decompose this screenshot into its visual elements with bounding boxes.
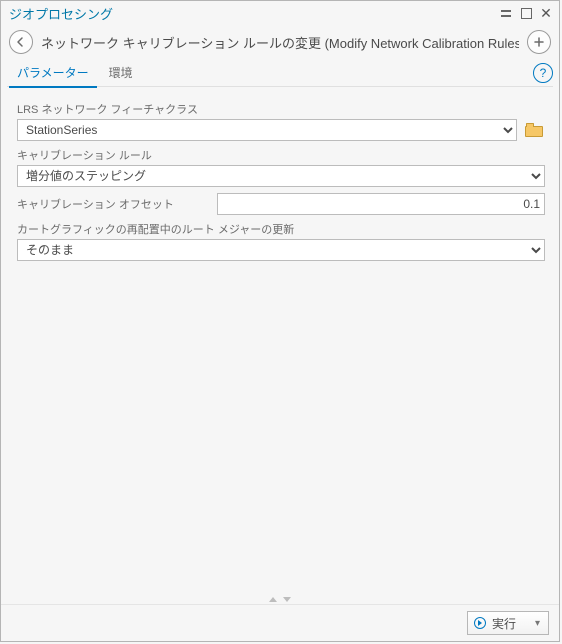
resize-grip[interactable] <box>1 595 559 604</box>
run-dropdown-caret-icon[interactable]: ▾ <box>535 618 540 629</box>
lrs-network-label: LRS ネットワーク フィーチャクラス <box>17 101 545 117</box>
add-to-model-button[interactable] <box>527 30 551 54</box>
autohide-icon <box>501 10 511 17</box>
calibration-rule-select[interactable]: 増分値のステッピング <box>17 165 545 187</box>
back-arrow-icon <box>15 36 27 48</box>
run-button-label: 実行 <box>492 615 516 632</box>
maximize-icon <box>521 8 532 19</box>
parameters-area: LRS ネットワーク フィーチャクラス StationSeries キャリブレー… <box>1 87 559 595</box>
geoprocessing-pane: ジオプロセシング ✕ ネットワーク キャリブレーション ルールの変更 (Modi… <box>0 0 560 642</box>
titlebar: ジオプロセシング ✕ <box>1 1 559 25</box>
carto-realign-label: カートグラフィックの再配置中のルート メジャーの更新 <box>17 221 545 237</box>
tab-bar: パラメーター 環境 ? <box>1 59 559 87</box>
back-button[interactable] <box>9 30 33 54</box>
tool-header: ネットワーク キャリブレーション ルールの変更 (Modify Network … <box>1 25 559 59</box>
run-button[interactable]: 実行 ▾ <box>467 611 549 635</box>
calibration-rule-label: キャリブレーション ルール <box>17 147 545 163</box>
lrs-network-select[interactable]: StationSeries <box>17 119 517 141</box>
run-button-split-divider <box>528 613 529 633</box>
calibration-offset-label: キャリブレーション オフセット <box>17 196 207 212</box>
resize-grip-icon <box>269 597 291 602</box>
run-icon <box>474 617 486 629</box>
footer: 実行 ▾ <box>1 604 559 641</box>
calibration-offset-input[interactable] <box>217 193 545 215</box>
pane-title: ジオプロセシング <box>9 4 495 23</box>
carto-realign-select[interactable]: そのまま <box>17 239 545 261</box>
tool-title: ネットワーク キャリブレーション ルールの変更 (Modify Network … <box>41 33 519 52</box>
close-button[interactable]: ✕ <box>537 4 555 22</box>
maximize-button[interactable] <box>517 4 535 22</box>
autohide-button[interactable] <box>497 4 515 22</box>
tab-environment[interactable]: 環境 <box>99 60 143 87</box>
folder-icon <box>525 123 543 137</box>
help-button[interactable]: ? <box>533 63 553 83</box>
browse-lrs-button[interactable] <box>523 119 545 141</box>
plus-icon <box>533 36 545 48</box>
tab-parameters[interactable]: パラメーター <box>7 60 99 87</box>
